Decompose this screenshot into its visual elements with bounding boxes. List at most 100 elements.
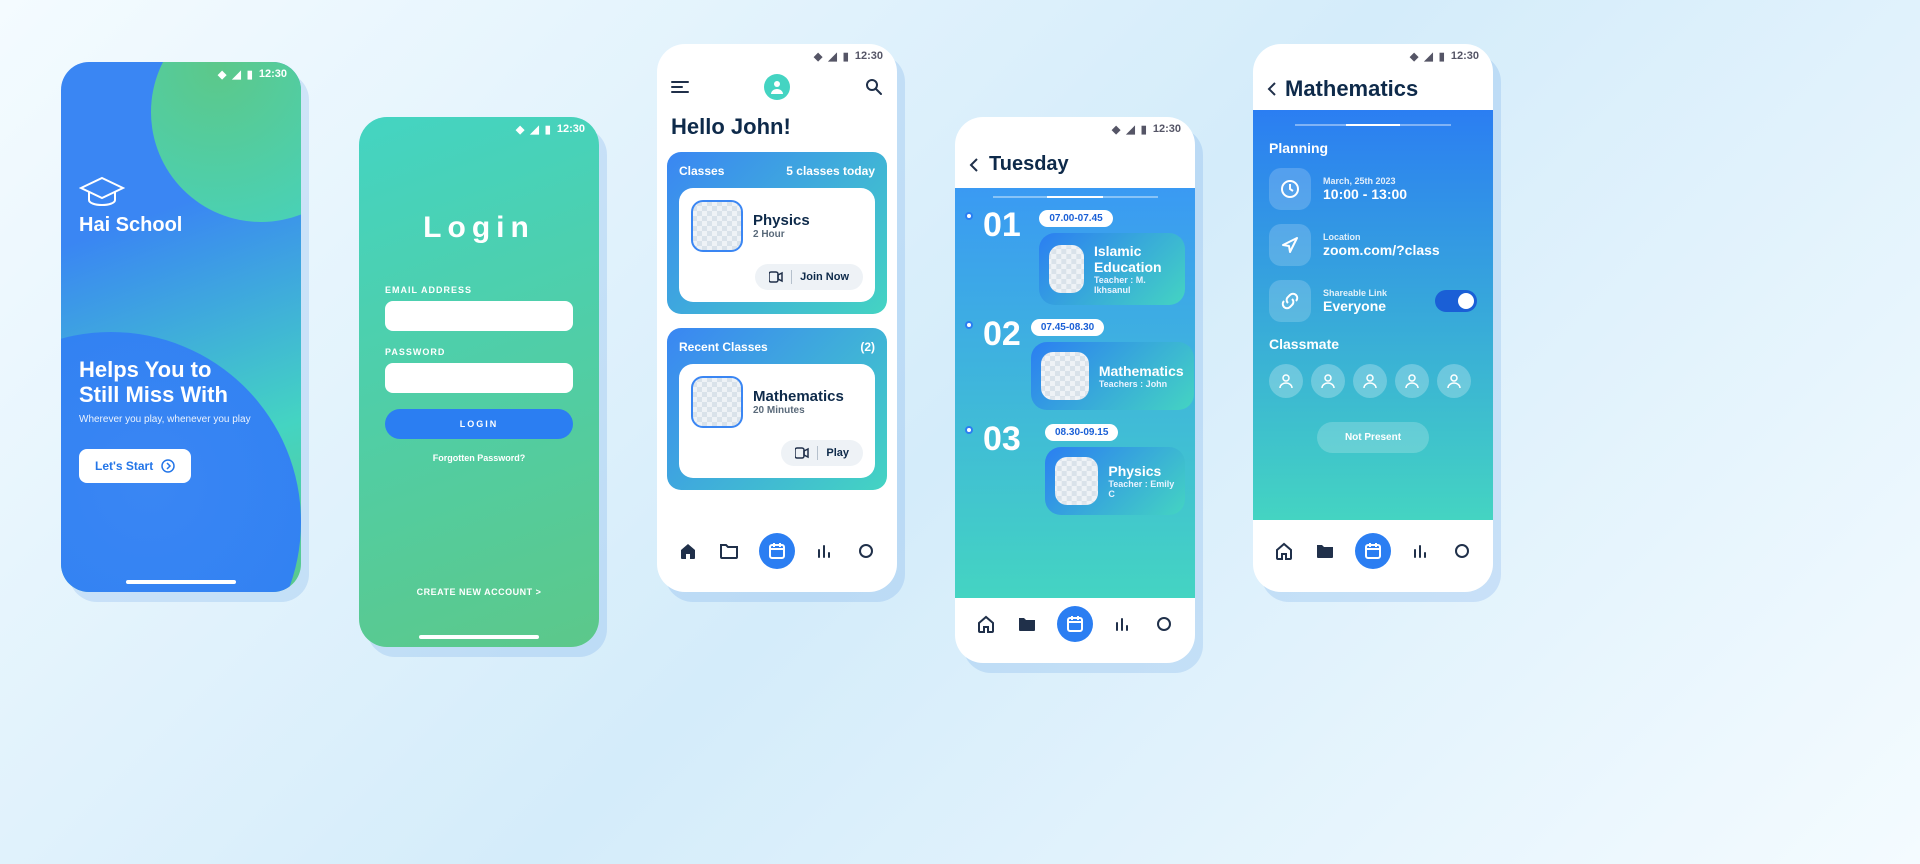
- tab-bar: [657, 526, 897, 576]
- tab-home[interactable]: [677, 540, 699, 562]
- button-label: Play: [826, 447, 849, 459]
- user-icon: [769, 79, 785, 95]
- tab-bar: [1253, 526, 1493, 576]
- status-bar: ◆ ◢ ▮ 12:30: [1253, 44, 1493, 68]
- avatar[interactable]: [764, 74, 790, 100]
- tab-calendar[interactable]: [1355, 533, 1391, 569]
- login-button[interactable]: LOGIN: [385, 409, 573, 439]
- tab-stats[interactable]: [1410, 540, 1432, 562]
- subject-thumbnail: [1055, 457, 1098, 505]
- location-icon: [1269, 224, 1311, 266]
- tab-home[interactable]: [975, 613, 997, 635]
- schedule-time: 07.45-08.30: [1031, 319, 1104, 336]
- signal-icon: ◢: [530, 123, 538, 136]
- chevron-left-icon[interactable]: [1267, 81, 1277, 97]
- schedule-card[interactable]: Physics Teacher : Emily C: [1045, 447, 1185, 515]
- play-button[interactable]: Play: [781, 440, 863, 466]
- class-title: Physics: [753, 212, 810, 229]
- schedule-row: 03 08.30-09.15 Physics Teacher : Emily C: [965, 422, 1185, 515]
- subject-title: Physics: [1108, 463, 1175, 479]
- classmate-avatar[interactable]: [1353, 364, 1387, 398]
- signal-icon: ◢: [1126, 123, 1134, 136]
- class-card[interactable]: Physics 2 Hour Join Now: [679, 188, 875, 302]
- schedule-number: 03: [983, 422, 1035, 456]
- detail-screen: ◆ ◢ ▮ 12:30 Mathematics Planning March, …: [1253, 44, 1493, 592]
- tab-profile[interactable]: [855, 540, 877, 562]
- chart-icon: [816, 542, 834, 560]
- battery-icon: ▮: [1439, 50, 1445, 63]
- subject-title: Islamic Education: [1094, 243, 1175, 275]
- schedule-number: 01: [983, 208, 1029, 242]
- folder-icon: [1315, 542, 1335, 560]
- battery-icon: ▮: [247, 68, 253, 81]
- greeting: Hello John!: [671, 114, 883, 140]
- schedule-card[interactable]: Islamic Education Teacher : M. Ikhsanul: [1039, 233, 1185, 305]
- tab-stats[interactable]: [814, 540, 836, 562]
- recent-classes-block: Recent Classes (2) Mathematics 20 Minute…: [667, 328, 887, 490]
- info-row-share: Shareable Link Everyone: [1269, 280, 1477, 322]
- create-account-link[interactable]: CREATE NEW ACCOUNT >: [359, 587, 599, 597]
- password-field[interactable]: [385, 363, 573, 393]
- recent-count: (2): [860, 340, 875, 354]
- user-icon: [1445, 372, 1463, 390]
- timeline-dot: [965, 212, 973, 220]
- schedule-time: 07.00-07.45: [1039, 210, 1112, 227]
- tab-files[interactable]: [1314, 540, 1336, 562]
- share-label: Shareable Link: [1323, 288, 1387, 298]
- recent-card[interactable]: Mathematics 20 Minutes Play: [679, 364, 875, 478]
- password-label: PASSWORD: [385, 347, 573, 357]
- wifi-icon: ◆: [218, 68, 226, 81]
- forgot-password-link[interactable]: Forgotten Password?: [385, 453, 573, 463]
- tab-files[interactable]: [1016, 613, 1038, 635]
- recent-title: Mathematics: [753, 388, 844, 405]
- class-thumbnail: [691, 200, 743, 252]
- tab-profile[interactable]: [1451, 540, 1473, 562]
- chart-icon: [1412, 542, 1430, 560]
- chevron-left-icon[interactable]: [969, 157, 979, 173]
- detail-title: Mathematics: [1285, 76, 1418, 102]
- tab-stats[interactable]: [1112, 613, 1134, 635]
- tab-home[interactable]: [1273, 540, 1295, 562]
- menu-icon[interactable]: [671, 80, 689, 94]
- class-thumbnail: [691, 376, 743, 428]
- tab-profile[interactable]: [1153, 613, 1175, 635]
- classmate-avatar[interactable]: [1395, 364, 1429, 398]
- classes-header: Classes: [679, 164, 724, 178]
- lets-start-button[interactable]: Let's Start: [79, 449, 191, 483]
- recent-meta: 20 Minutes: [753, 405, 844, 416]
- status-time: 12:30: [855, 50, 883, 62]
- info-row-time: March, 25th 2023 10:00 - 13:00: [1269, 168, 1477, 210]
- subject-thumbnail: [1049, 245, 1084, 293]
- button-label: Join Now: [800, 271, 849, 283]
- tab-bar: [955, 599, 1195, 649]
- schedule-row: 01 07.00-07.45 Islamic Education Teacher…: [965, 208, 1185, 305]
- timeline-dot: [965, 426, 973, 434]
- classmate-avatar[interactable]: [1269, 364, 1303, 398]
- not-present-button[interactable]: Not Present: [1317, 422, 1429, 453]
- classmate-avatar[interactable]: [1311, 364, 1345, 398]
- email-field[interactable]: [385, 301, 573, 331]
- search-icon[interactable]: [865, 78, 883, 96]
- tab-files[interactable]: [718, 540, 740, 562]
- tab-calendar[interactable]: [1057, 606, 1093, 642]
- subject-meta: Teacher : M. Ikhsanul: [1094, 275, 1175, 295]
- signal-icon: ◢: [1424, 50, 1432, 63]
- share-value: Everyone: [1323, 298, 1387, 314]
- wifi-icon: ◆: [516, 123, 524, 136]
- date-label: March, 25th 2023: [1323, 176, 1407, 186]
- classmate-header: Classmate: [1269, 336, 1477, 352]
- subject-meta: Teacher : Emily C: [1108, 479, 1175, 499]
- hero-subtitle: Wherever you play, whenever you play: [79, 414, 283, 425]
- calendar-icon: [768, 542, 786, 560]
- classmate-avatar[interactable]: [1437, 364, 1471, 398]
- status-time: 12:30: [259, 68, 287, 80]
- location-value[interactable]: zoom.com/?class: [1323, 242, 1440, 258]
- share-toggle[interactable]: [1435, 290, 1477, 312]
- button-label: Not Present: [1345, 432, 1401, 443]
- graduation-cap-icon: [79, 176, 125, 206]
- user-icon: [1403, 372, 1421, 390]
- user-icon: [1361, 372, 1379, 390]
- join-now-button[interactable]: Join Now: [755, 264, 863, 290]
- tab-calendar[interactable]: [759, 533, 795, 569]
- schedule-card[interactable]: Mathematics Teachers : John: [1031, 342, 1194, 410]
